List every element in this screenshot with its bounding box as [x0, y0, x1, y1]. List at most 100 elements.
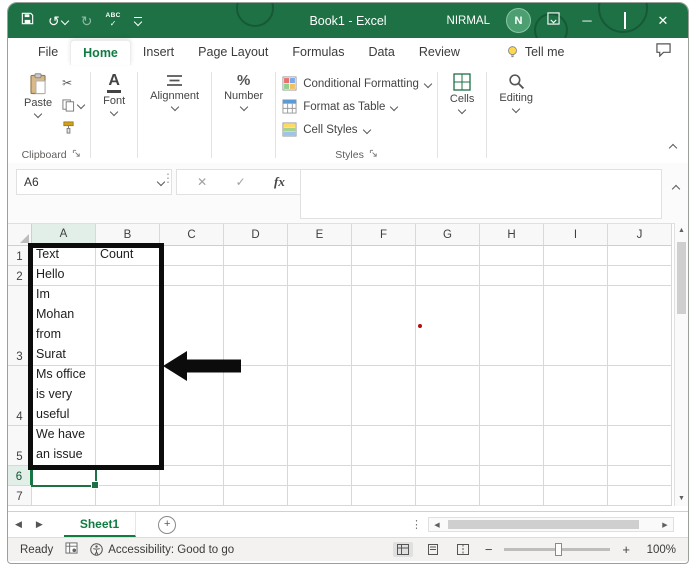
maximize-button[interactable]: [614, 12, 636, 29]
empty-cells-row-7[interactable]: [160, 486, 672, 505]
minimize-button[interactable]: ─: [576, 14, 598, 27]
column-header-J[interactable]: J: [608, 224, 672, 246]
close-button[interactable]: ✕: [652, 14, 674, 27]
cells-button[interactable]: Cells: [444, 69, 480, 115]
cancel-button[interactable]: ✕: [197, 175, 207, 189]
new-sheet-button[interactable]: +: [158, 515, 177, 534]
tab-data[interactable]: Data: [356, 40, 406, 64]
styles-dialog-launcher[interactable]: [369, 149, 378, 161]
cell-A7[interactable]: [32, 486, 96, 505]
paste-button[interactable]: Paste: [18, 69, 58, 119]
undo-button[interactable]: ↺: [48, 12, 69, 29]
formula-input[interactable]: [300, 169, 662, 219]
column-header-C[interactable]: C: [160, 224, 224, 246]
cell-styles-button[interactable]: Cell Styles: [282, 120, 431, 139]
sheet-tab-bar: ◀ ▶ Sheet1 + ⋮ ◀ ▶: [8, 511, 688, 537]
font-button[interactable]: A Font: [97, 69, 131, 117]
tell-me-button[interactable]: Tell me: [498, 41, 573, 64]
chevron-down-icon: [390, 102, 399, 111]
sheet-nav-right-icon[interactable]: ▶: [29, 519, 50, 530]
row-header-7[interactable]: 7: [8, 486, 32, 505]
alignment-group-collapsed: Alignment: [138, 66, 211, 163]
redo-button[interactable]: ↻: [81, 14, 93, 28]
quick-access-toolbar: ↺ ↻ ABC ✓: [20, 3, 143, 38]
editing-button[interactable]: Editing: [493, 69, 539, 114]
scroll-up-button[interactable]: ▲: [675, 223, 688, 238]
name-box[interactable]: A6: [16, 169, 172, 195]
undo-icon: ↺: [48, 12, 60, 29]
column-header-F[interactable]: F: [352, 224, 416, 246]
format-as-table-button[interactable]: Format as Table: [282, 97, 431, 116]
zoom-level[interactable]: 100%: [642, 544, 676, 556]
scroll-down-button[interactable]: ▼: [675, 491, 688, 506]
empty-cells-row-2[interactable]: [160, 266, 672, 285]
number-button[interactable]: % Number: [218, 69, 269, 112]
annotation-arrow: [163, 351, 241, 381]
column-header-G[interactable]: G: [416, 224, 480, 246]
save-button[interactable]: [20, 11, 35, 31]
chevron-up-icon: [668, 143, 678, 153]
redo-icon: ↻: [80, 12, 93, 29]
column-header-I[interactable]: I: [544, 224, 608, 246]
horizontal-scroll-track[interactable]: [445, 518, 657, 531]
avatar[interactable]: N: [506, 8, 531, 33]
tab-review[interactable]: Review: [407, 40, 472, 64]
column-header-D[interactable]: D: [224, 224, 288, 246]
chevron-down-icon: [362, 125, 371, 134]
enter-button[interactable]: ✓: [236, 175, 246, 189]
cell-B7[interactable]: [96, 486, 160, 505]
normal-view-button[interactable]: [392, 542, 413, 557]
zoom-in-button[interactable]: +: [620, 543, 632, 556]
page-break-view-button[interactable]: [453, 542, 473, 557]
format-painter-button[interactable]: [62, 119, 84, 135]
page-layout-view-button[interactable]: [423, 542, 443, 557]
tab-insert[interactable]: Insert: [131, 40, 186, 64]
expand-formula-bar-button[interactable]: [671, 179, 681, 197]
clipboard-dialog-launcher[interactable]: [72, 149, 81, 161]
conditional-formatting-button[interactable]: Conditional Formatting: [282, 74, 433, 93]
sheet-tab-sheet1[interactable]: Sheet1: [63, 512, 137, 537]
tab-file[interactable]: File: [26, 40, 70, 64]
column-header-H[interactable]: H: [480, 224, 544, 246]
formula-bar-splitter[interactable]: ⋮: [162, 171, 174, 185]
accessibility-status-button[interactable]: Accessibility: Good to go: [90, 543, 234, 556]
fill-handle[interactable]: [91, 481, 99, 489]
dialog-launcher-icon: [369, 149, 377, 157]
copy-button[interactable]: [62, 97, 86, 113]
collapse-ribbon-button[interactable]: [668, 138, 678, 156]
alignment-button[interactable]: Alignment: [144, 69, 205, 112]
customize-qat-button[interactable]: [133, 16, 143, 26]
empty-cells-row-5[interactable]: [160, 426, 672, 465]
column-header-E[interactable]: E: [288, 224, 352, 246]
zoom-slider-thumb[interactable]: [555, 543, 563, 556]
spelling-button[interactable]: ABC ✓: [105, 12, 120, 29]
cell-styles-label: Cell Styles: [303, 123, 358, 136]
empty-cells-row-1[interactable]: [160, 246, 672, 265]
sheet-area: A B C D E F G H I J 1 Text Count 2 Hello: [8, 223, 688, 511]
comments-button[interactable]: [655, 42, 672, 62]
insert-function-button[interactable]: fx: [274, 174, 285, 190]
tab-scroll-splitter[interactable]: ⋮: [405, 518, 428, 531]
save-icon: [21, 12, 34, 24]
macro-record-button[interactable]: [65, 542, 78, 557]
vertical-scroll-thumb[interactable]: [677, 242, 686, 314]
horizontal-scroll-thumb[interactable]: [448, 520, 639, 529]
vertical-scrollbar[interactable]: ▲ ▼: [674, 223, 688, 506]
zoom-out-button[interactable]: −: [483, 543, 495, 556]
title-bar: ↺ ↻ ABC ✓ Book1 - Excel NIRMAL N ─ ✕: [8, 3, 688, 47]
empty-cells-row-6[interactable]: [160, 466, 672, 485]
select-all-triangle-icon: [20, 234, 29, 243]
scroll-left-button[interactable]: ◀: [429, 521, 445, 529]
magnifier-icon: [509, 74, 524, 90]
horizontal-scrollbar[interactable]: ◀ ▶: [428, 517, 674, 532]
ribbon-display-options-button[interactable]: [547, 11, 560, 30]
tab-page-layout[interactable]: Page Layout: [186, 40, 280, 64]
zoom-slider[interactable]: [504, 543, 611, 556]
sheet-nav-left-icon[interactable]: ◀: [8, 519, 29, 530]
cut-button[interactable]: ✂: [62, 75, 84, 91]
scroll-right-button[interactable]: ▶: [657, 521, 673, 529]
user-name[interactable]: NIRMAL: [447, 15, 490, 27]
tab-home[interactable]: Home: [70, 39, 131, 65]
check-icon: ✓: [109, 19, 117, 29]
tab-formulas[interactable]: Formulas: [280, 40, 356, 64]
